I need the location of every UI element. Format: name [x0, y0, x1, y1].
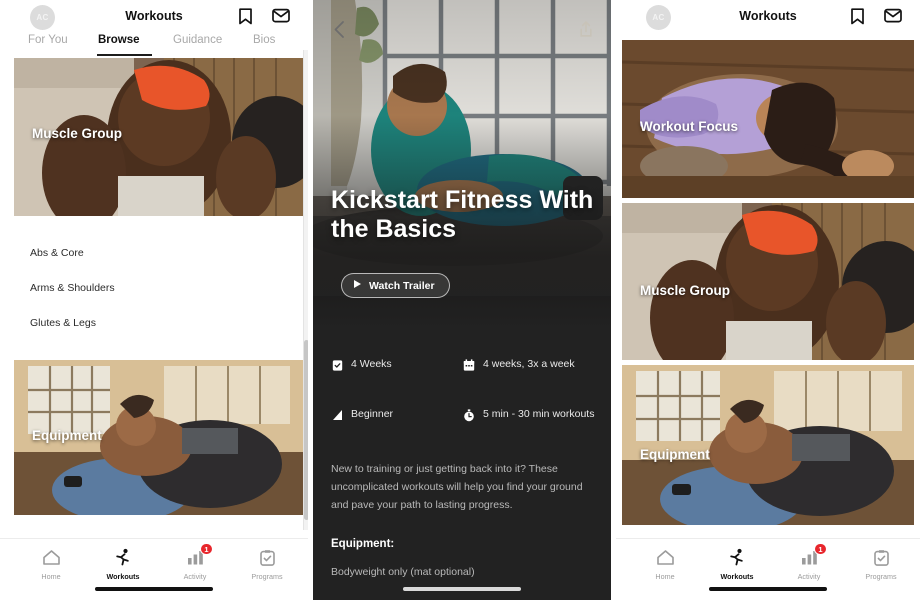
nav-item-programs[interactable]: Programs: [852, 548, 910, 581]
bar-chart-icon: 1: [800, 543, 827, 567]
card-equipment[interactable]: Equipment: [14, 360, 304, 515]
tab-for-you[interactable]: For You: [28, 34, 68, 46]
nav-item-workouts[interactable]: Workouts: [94, 548, 152, 581]
meta-level-value: Beginner: [351, 408, 394, 420]
card-workout-focus[interactable]: Workout Focus: [622, 40, 914, 198]
scrollbar-thumb[interactable]: [304, 340, 308, 520]
bookmark-icon[interactable]: [238, 8, 253, 25]
clipboard-check-icon: [873, 548, 890, 567]
nav-item-home[interactable]: Home: [636, 548, 694, 581]
list-item-arms-shoulders[interactable]: Arms & Shoulders: [30, 282, 115, 294]
card-label-workout-focus: Workout Focus: [640, 119, 739, 134]
nav-item-workouts[interactable]: Workouts: [708, 548, 766, 581]
tab-bios[interactable]: Bios: [253, 34, 275, 46]
meta-length-value: 5 min - 30 min workouts: [483, 408, 595, 420]
card-label-muscle-group: Muscle Group: [32, 126, 123, 141]
list-item-glutes-legs[interactable]: Glutes & Legs: [30, 317, 96, 329]
nav-label-programs: Programs: [251, 572, 283, 581]
nav-item-activity[interactable]: 1 Activity: [780, 543, 838, 581]
card-muscle-group[interactable]: Muscle Group: [14, 58, 304, 216]
home-indicator: [95, 587, 213, 591]
browse-screen-alt: AC Workouts Workout Focus Muscle Group E…: [616, 0, 920, 600]
clipboard-check-icon: [259, 548, 276, 567]
bottom-nav: Home Workouts 1 Activity Programs: [0, 538, 308, 600]
card-label-equipment: Equipment: [32, 428, 102, 443]
screenshot-stage: AC Workouts For You Browse Guidance Bios: [0, 0, 920, 600]
share-icon[interactable]: [579, 20, 593, 43]
meta-duration: 4 Weeks: [331, 358, 461, 372]
activity-badge: 1: [814, 543, 827, 555]
program-description: New to training or just getting back int…: [331, 463, 583, 512]
home-icon: [42, 548, 61, 567]
tab-browse[interactable]: Browse: [98, 34, 140, 46]
watch-trailer-label: Watch Trailer: [369, 279, 435, 292]
tab-bar: For You Browse Guidance Bios: [0, 34, 308, 56]
chevron-left-icon[interactable]: [333, 20, 346, 44]
card-label-muscle-group: Muscle Group: [640, 283, 731, 298]
card-image-equipment: [622, 365, 914, 525]
program-detail-screen: Kickstart Fitness With the Basics Watch …: [313, 0, 611, 600]
scrollbar-track[interactable]: [303, 50, 308, 530]
app-bar-actions: [238, 8, 290, 25]
meta-schedule-value: 4 weeks, 3x a week: [483, 358, 575, 370]
stopwatch-icon: [463, 408, 475, 422]
nav-label-home: Home: [655, 572, 675, 581]
bookmark-icon[interactable]: [850, 8, 865, 25]
nav-item-programs[interactable]: Programs: [238, 548, 296, 581]
equipment-heading: Equipment:: [331, 538, 395, 550]
home-indicator: [709, 587, 827, 591]
runner-icon: [728, 548, 747, 567]
mail-icon[interactable]: [272, 8, 290, 25]
app-bar-actions: [850, 8, 902, 25]
nav-label-programs: Programs: [865, 572, 897, 581]
card-image-muscle-group: [622, 203, 914, 360]
list-item-abs-core[interactable]: Abs & Core: [30, 247, 84, 259]
level-bars-icon: [331, 408, 343, 421]
runner-icon: [114, 548, 133, 567]
nav-label-workouts: Workouts: [720, 572, 754, 581]
equipment-value: Bodyweight only (mat optional): [331, 566, 475, 578]
app-bar: AC Workouts: [0, 0, 308, 34]
mail-icon[interactable]: [884, 8, 902, 25]
nav-item-home[interactable]: Home: [22, 548, 80, 581]
meta-duration-value: 4 Weeks: [351, 358, 392, 370]
play-icon: [353, 279, 362, 292]
clipboard-icon: [331, 358, 343, 372]
meta-length: 5 min - 30 min workouts: [463, 408, 603, 422]
home-indicator: [403, 587, 521, 591]
meta-schedule: 4 weeks, 3x a week: [463, 358, 607, 372]
tab-guidance[interactable]: Guidance: [173, 34, 222, 46]
nav-item-activity[interactable]: 1 Activity: [166, 543, 224, 581]
home-icon: [656, 548, 675, 567]
bar-chart-icon: 1: [186, 543, 213, 567]
nav-label-workouts: Workouts: [106, 572, 140, 581]
watch-trailer-button[interactable]: Watch Trailer: [341, 273, 450, 298]
nav-label-activity: Activity: [183, 572, 207, 581]
card-label-equipment: Equipment: [640, 447, 710, 462]
browse-screen: AC Workouts For You Browse Guidance Bios: [0, 0, 308, 600]
active-tab-underline: [97, 53, 152, 56]
app-bar: AC Workouts: [616, 0, 920, 34]
meta-level: Beginner: [331, 408, 461, 421]
activity-badge: 1: [200, 543, 213, 555]
card-equipment[interactable]: Equipment: [622, 365, 914, 525]
nav-label-activity: Activity: [797, 572, 821, 581]
card-muscle-group[interactable]: Muscle Group: [622, 203, 914, 360]
calendar-icon: [463, 358, 475, 372]
bottom-nav: Home Workouts 1 Activity Programs: [616, 538, 920, 600]
program-title: Kickstart Fitness With the Basics: [331, 186, 594, 243]
nav-label-home: Home: [41, 572, 61, 581]
